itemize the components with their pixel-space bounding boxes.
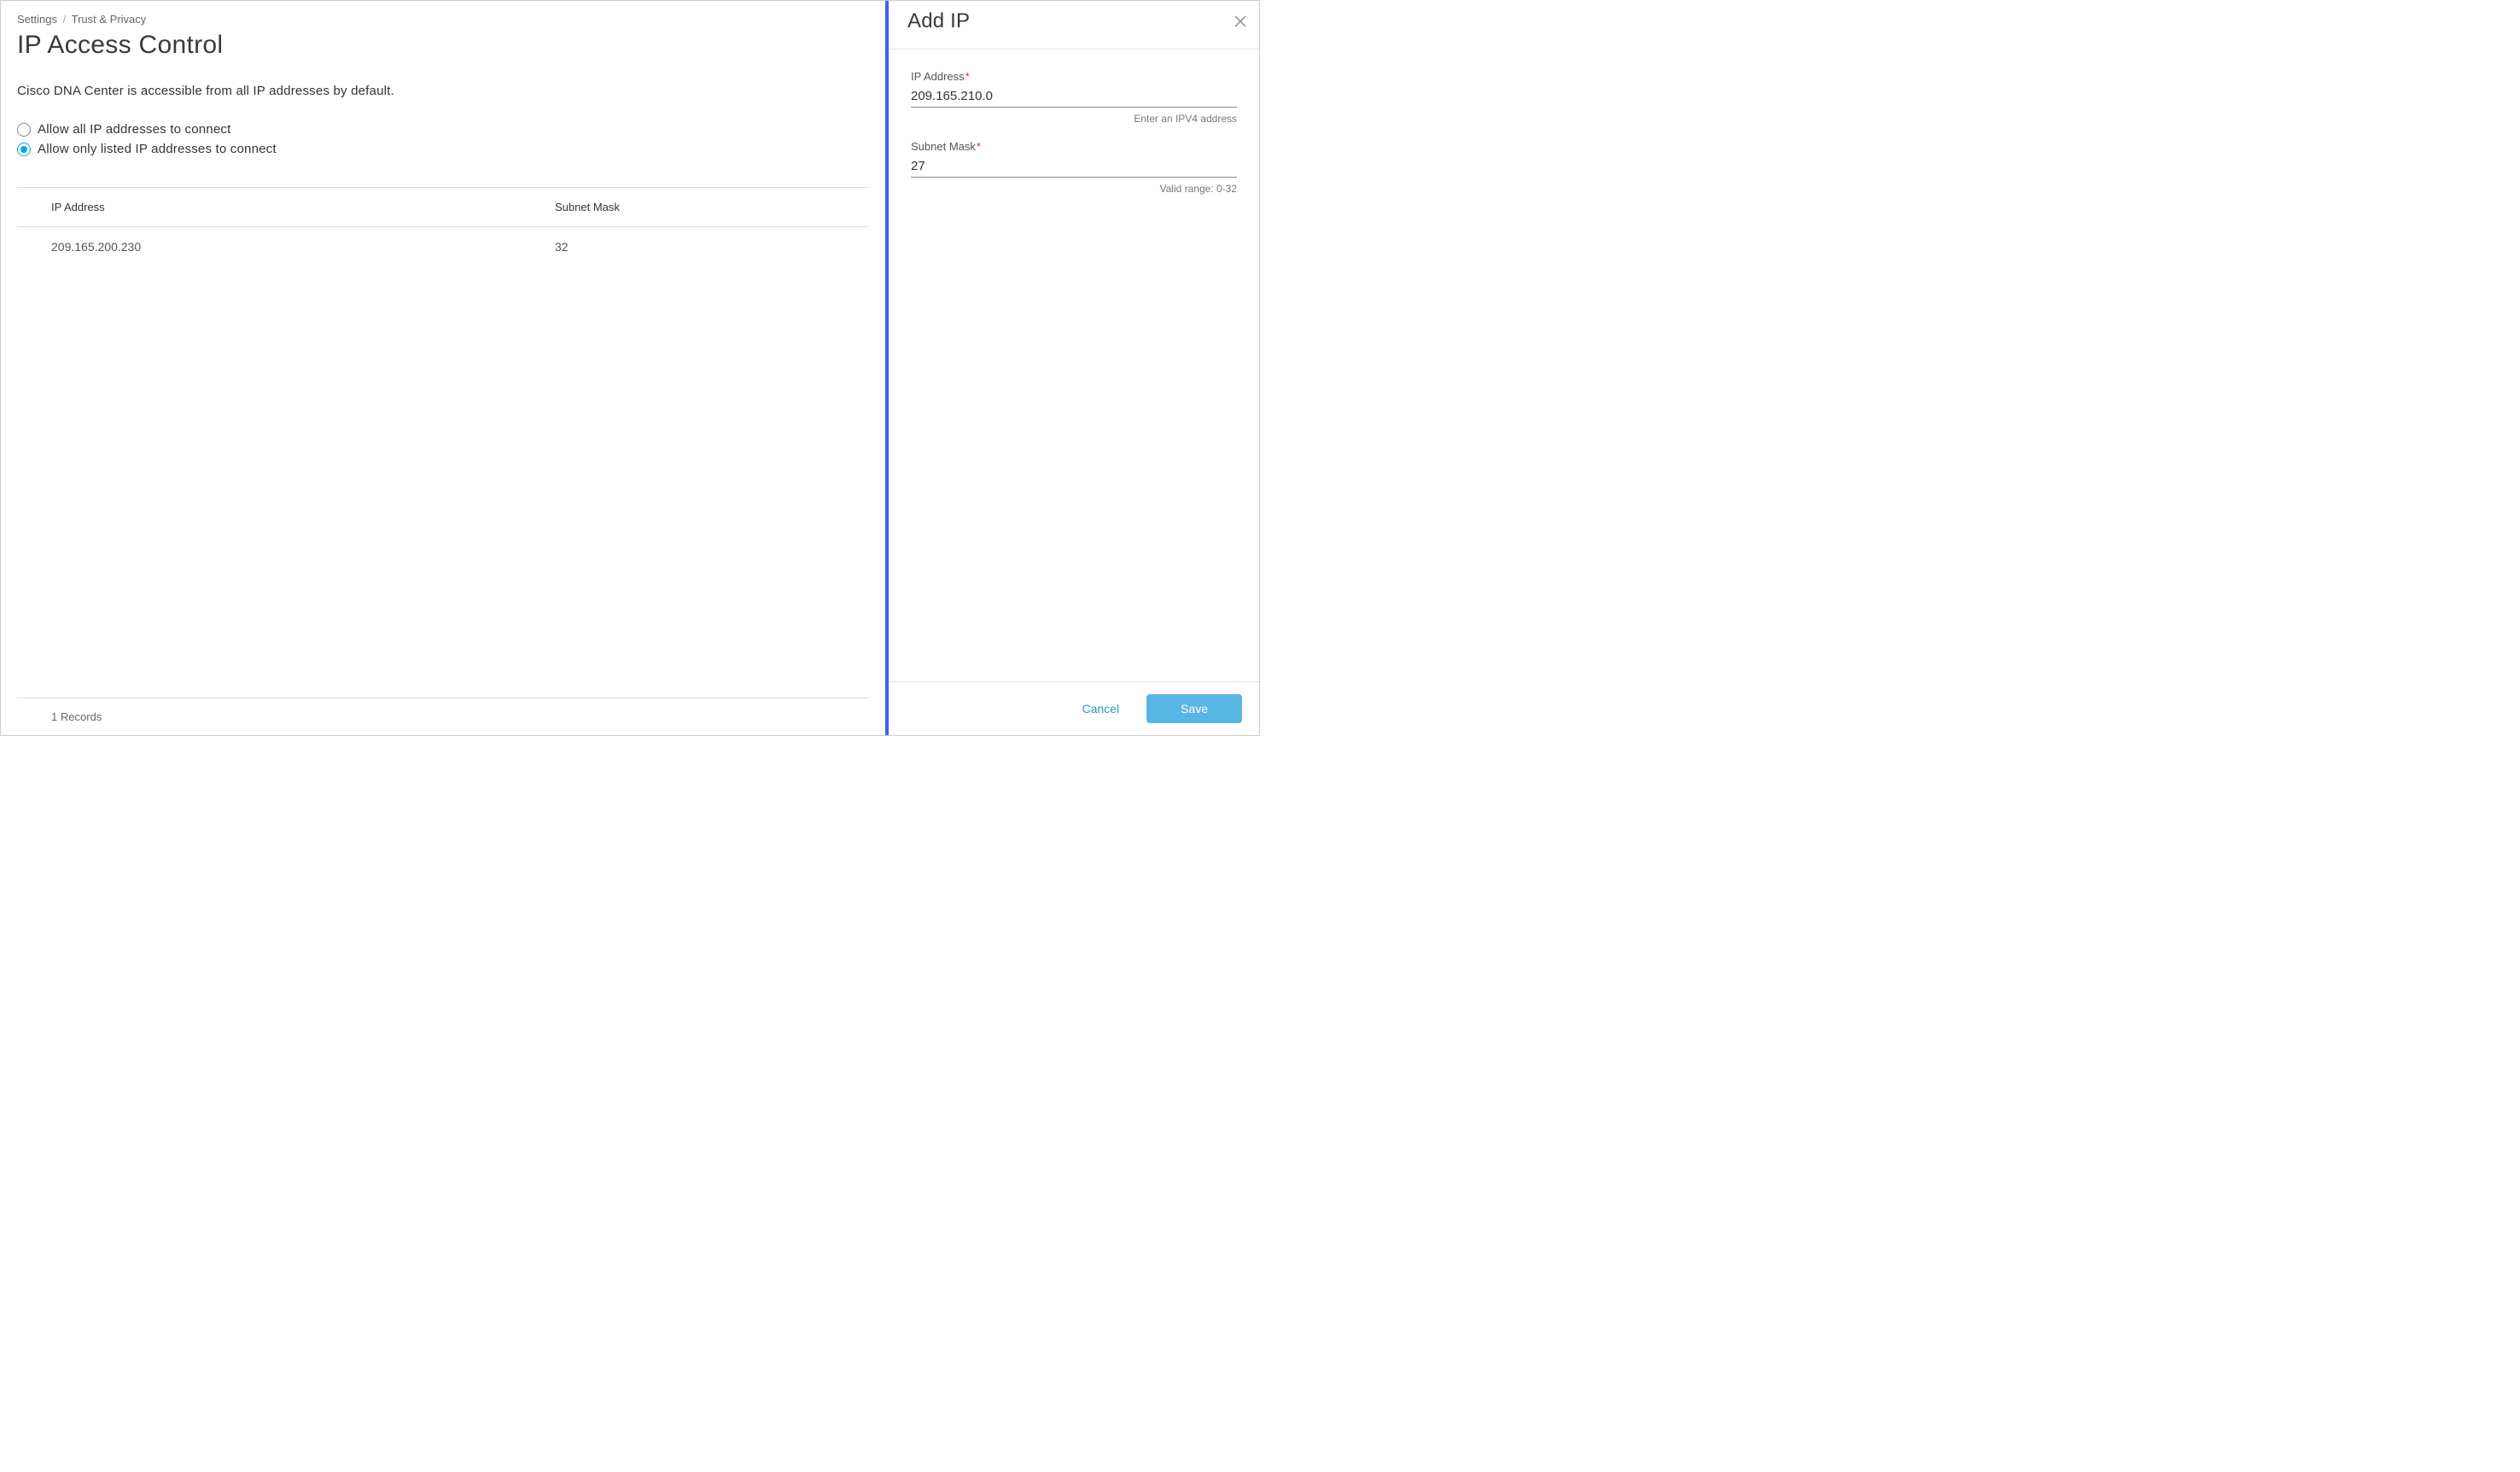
- subnet-mask-hint: Valid range: 0-32: [911, 183, 1237, 195]
- table-row[interactable]: 209.165.200.230 32: [17, 227, 869, 266]
- radio-icon-unselected: [17, 123, 31, 137]
- radio-allow-all[interactable]: Allow all IP addresses to connect: [17, 122, 869, 137]
- subnet-mask-label: Subnet Mask*: [911, 140, 1237, 153]
- breadcrumb-separator: /: [63, 13, 67, 26]
- required-asterisk: *: [977, 140, 981, 153]
- td-ip-address: 209.165.200.230: [51, 240, 555, 254]
- panel-title: Add IP: [907, 9, 970, 33]
- radio-dot-icon: [20, 146, 27, 153]
- radio-group: Allow all IP addresses to connect Allow …: [17, 122, 869, 161]
- breadcrumb-trust-privacy[interactable]: Trust & Privacy: [72, 13, 147, 26]
- page-description: Cisco DNA Center is accessible from all …: [17, 84, 869, 98]
- th-ip-address: IP Address: [51, 201, 555, 213]
- td-subnet-mask: 32: [555, 240, 869, 254]
- radio-allow-listed-label: Allow only listed IP addresses to connec…: [38, 142, 277, 156]
- radio-allow-all-label: Allow all IP addresses to connect: [38, 122, 230, 137]
- save-button[interactable]: Save: [1146, 694, 1242, 723]
- subnet-mask-field: Subnet Mask* Valid range: 0-32: [911, 140, 1237, 195]
- add-ip-panel: Add IP IP Address* Enter an IPV4 address…: [885, 1, 1259, 735]
- ip-address-input[interactable]: [911, 85, 1237, 108]
- panel-footer: Cancel Save: [889, 681, 1259, 735]
- panel-body: IP Address* Enter an IPV4 address Subnet…: [889, 50, 1259, 681]
- table-body: 209.165.200.230 32: [17, 227, 869, 698]
- main-content: Settings / Trust & Privacy IP Access Con…: [1, 1, 885, 735]
- ip-table: IP Address Subnet Mask 209.165.200.230 3…: [17, 187, 869, 735]
- cancel-button[interactable]: Cancel: [1075, 695, 1126, 722]
- table-header: IP Address Subnet Mask: [17, 188, 869, 227]
- app-container: Settings / Trust & Privacy IP Access Con…: [0, 0, 1260, 736]
- panel-header: Add IP: [889, 1, 1259, 50]
- breadcrumb-settings[interactable]: Settings: [17, 13, 57, 26]
- breadcrumb: Settings / Trust & Privacy: [17, 13, 869, 26]
- page-title: IP Access Control: [17, 31, 869, 60]
- ip-address-field: IP Address* Enter an IPV4 address: [911, 70, 1237, 125]
- ip-address-hint: Enter an IPV4 address: [911, 113, 1237, 125]
- th-subnet-mask: Subnet Mask: [555, 201, 869, 213]
- radio-allow-listed[interactable]: Allow only listed IP addresses to connec…: [17, 142, 869, 156]
- close-icon: [1234, 15, 1247, 28]
- radio-icon-selected: [17, 143, 31, 156]
- required-asterisk: *: [965, 70, 970, 83]
- table-footer: 1 Records: [17, 698, 869, 735]
- ip-address-label: IP Address*: [911, 70, 1237, 83]
- close-button[interactable]: [1230, 11, 1251, 32]
- subnet-mask-input[interactable]: [911, 155, 1237, 178]
